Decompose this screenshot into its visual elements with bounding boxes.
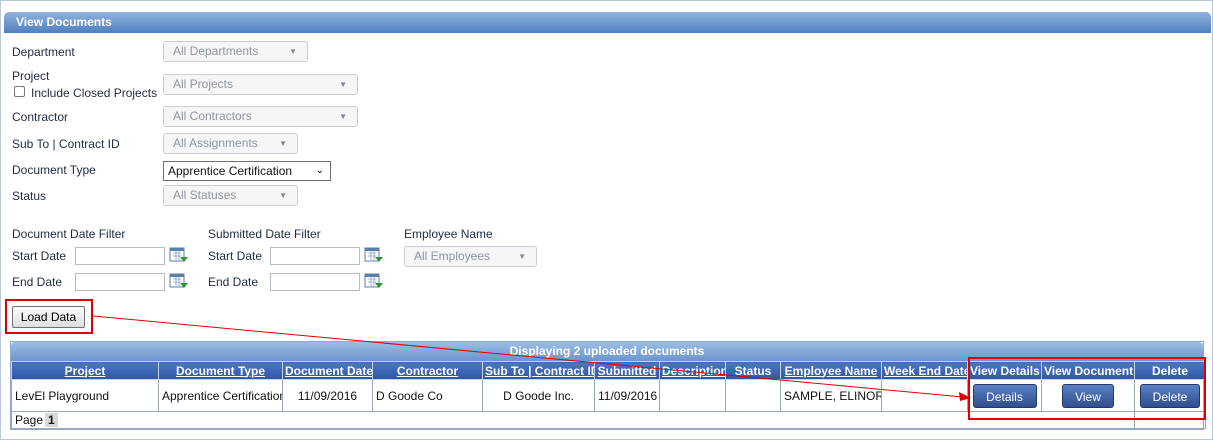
document-end-date-input[interactable] (75, 273, 165, 291)
sub-to-value: All Assignments (173, 136, 258, 150)
column-header-week-end-date[interactable]: Week End Date (881, 361, 968, 380)
column-header-contractor[interactable]: Contractor (372, 361, 483, 380)
column-header-status: Status (725, 361, 781, 380)
chevron-down-icon: ▼ (518, 252, 526, 261)
cell-description (659, 379, 726, 412)
project-dropdown[interactable]: All Projects ▼ (163, 74, 358, 95)
document-start-date-label: Start Date (12, 249, 67, 263)
column-header-sub-to[interactable]: Sub To | Contract ID (482, 361, 595, 380)
load-data-button[interactable]: Load Data (12, 306, 85, 328)
chevron-down-icon: ▼ (339, 112, 347, 121)
column-header-submitted[interactable]: Submitted (594, 361, 660, 380)
chevron-down-icon: ▼ (279, 139, 287, 148)
employee-dropdown[interactable]: All Employees ▼ (404, 246, 537, 267)
department-value: All Departments (173, 44, 259, 58)
column-header-description[interactable]: Description (659, 361, 726, 380)
action-columns-highlight (968, 357, 1206, 420)
panel-title: View Documents (4, 12, 1211, 33)
sub-to-dropdown[interactable]: All Assignments ▼ (163, 133, 298, 154)
chevron-down-icon: ⌄ (315, 165, 324, 176)
cell-submitted: 11/09/2016 (594, 379, 660, 412)
document-end-date-label: End Date (12, 275, 63, 289)
view-documents-panel: View Documents Department All Department… (0, 0, 1213, 440)
submitted-start-date-input[interactable] (270, 247, 360, 265)
document-type-label: Document Type (12, 163, 96, 177)
pager: Page 1 (11, 411, 1135, 429)
employee-value: All Employees (414, 249, 491, 263)
include-closed-projects-label: Include Closed Projects (31, 86, 158, 100)
cell-sub-to: D Goode Inc. (482, 379, 595, 412)
calendar-icon[interactable] (364, 246, 384, 264)
cell-contractor: D Goode Co (372, 379, 483, 412)
contractor-dropdown[interactable]: All Contractors ▼ (163, 106, 358, 127)
cell-document-type: Apprentice Certification (158, 379, 283, 412)
document-type-select[interactable]: Apprentice Certification ⌄ (163, 161, 331, 181)
pager-label: Page (15, 413, 44, 427)
submitted-end-date-label: End Date (208, 275, 259, 289)
calendar-icon[interactable] (169, 246, 189, 264)
project-value: All Projects (173, 77, 234, 91)
cell-document-date: 11/09/2016 (282, 379, 373, 412)
submitted-end-date-input[interactable] (270, 273, 360, 291)
calendar-icon[interactable] (169, 272, 189, 290)
pager-page-1[interactable]: 1 (45, 413, 58, 427)
calendar-icon[interactable] (364, 272, 384, 290)
column-header-employee-name[interactable]: Employee Name (780, 361, 882, 380)
cell-status (725, 379, 781, 412)
document-date-filter-title: Document Date Filter (12, 227, 126, 241)
status-dropdown[interactable]: All Statuses ▼ (163, 185, 298, 206)
status-value: All Statuses (173, 188, 237, 202)
document-type-value: Apprentice Certification (168, 164, 293, 178)
cell-project: LevEl Playground (11, 379, 159, 412)
column-header-document-type[interactable]: Document Type (158, 361, 283, 380)
project-label: Project (12, 69, 50, 83)
chevron-down-icon: ▼ (289, 47, 297, 56)
sub-to-label: Sub To | Contract ID (12, 137, 120, 151)
include-closed-projects-checkbox[interactable] (14, 86, 25, 97)
chevron-down-icon: ▼ (279, 191, 287, 200)
department-dropdown[interactable]: All Departments ▼ (163, 41, 308, 62)
column-header-project[interactable]: Project (11, 361, 159, 380)
submitted-start-date-label: Start Date (208, 249, 263, 263)
cell-week-end-date (881, 379, 968, 412)
cell-employee-name: SAMPLE, ELINOR (780, 379, 882, 412)
contractor-label: Contractor (12, 110, 69, 124)
chevron-down-icon: ▼ (339, 80, 347, 89)
document-start-date-input[interactable] (75, 247, 165, 265)
status-label: Status (12, 189, 47, 203)
submitted-date-filter-title: Submitted Date Filter (208, 227, 321, 241)
department-label: Department (12, 45, 75, 59)
column-header-document-date[interactable]: Document Date (282, 361, 373, 380)
contractor-value: All Contractors (173, 109, 252, 123)
employee-name-label: Employee Name (404, 227, 493, 241)
